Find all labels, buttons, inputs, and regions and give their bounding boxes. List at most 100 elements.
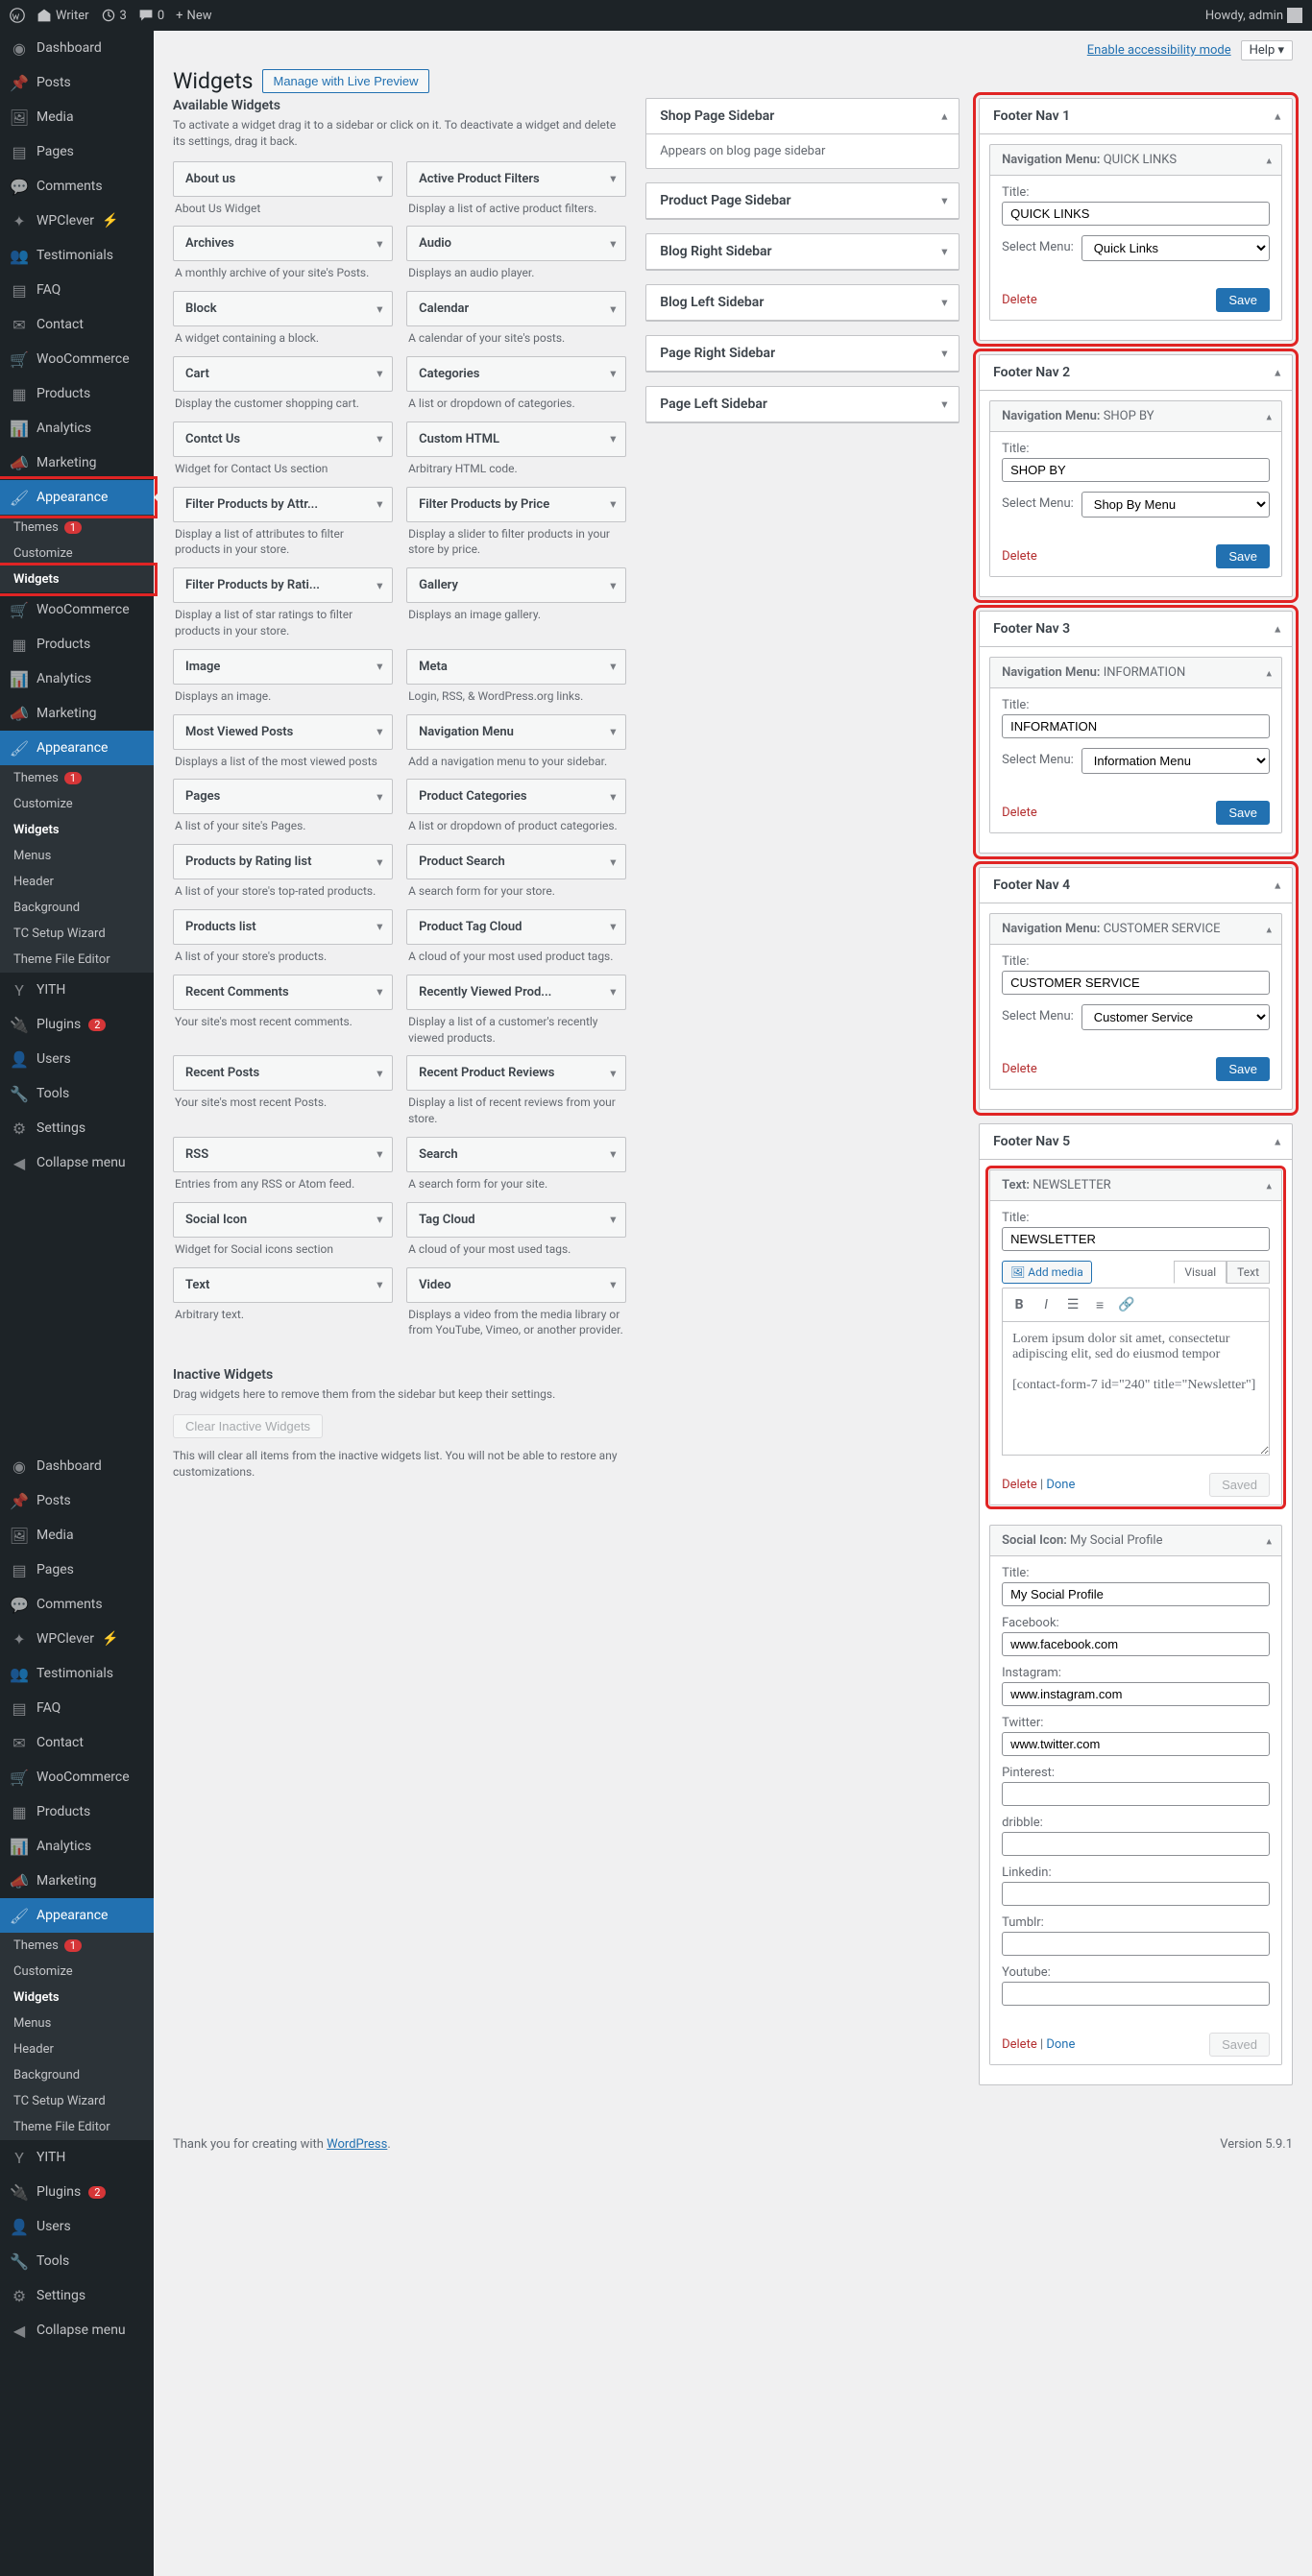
available-widget[interactable]: Navigation Menu xyxy=(406,714,626,750)
available-widget[interactable]: Text xyxy=(173,1267,393,1303)
menu-products-2[interactable]: ▦Products xyxy=(0,627,154,662)
menu-testimonials-3[interactable]: 👥Testimonials xyxy=(0,1656,154,1691)
editor-area[interactable]: Lorem ipsum dolor sit amet, consectetur … xyxy=(1002,1321,1270,1456)
sidebar-area-head[interactable]: Blog Right Sidebar xyxy=(646,234,959,270)
help-button[interactable]: Help ▾ xyxy=(1241,40,1293,60)
menu-dashboard[interactable]: ◉Dashboard xyxy=(0,31,154,65)
menu-pages[interactable]: ▤Pages xyxy=(0,134,154,169)
text-widget-head[interactable]: Text: NEWSLETTER xyxy=(990,1170,1281,1201)
available-widget[interactable]: Product Tag Cloud xyxy=(406,909,626,945)
site-link[interactable]: Writer xyxy=(36,8,89,23)
social-field-input[interactable] xyxy=(1002,1932,1270,1956)
social-field-input[interactable] xyxy=(1002,1782,1270,1806)
delete-link[interactable]: Delete xyxy=(1002,293,1037,307)
available-widget[interactable]: Products by Rating list xyxy=(173,844,393,879)
available-widget[interactable]: Archives xyxy=(173,226,393,261)
menu-settings-3[interactable]: ⚙Settings xyxy=(0,2278,154,2313)
menu-dashboard-3[interactable]: ◉Dashboard xyxy=(0,1449,154,1483)
menu-products[interactable]: ▦Products xyxy=(0,376,154,411)
menu-marketing-2[interactable]: 📣Marketing xyxy=(0,696,154,731)
title-input[interactable] xyxy=(1002,971,1270,995)
nav-menu-widget-head[interactable]: Navigation Menu: SHOP BY xyxy=(990,401,1281,432)
ol-icon[interactable]: ≡ xyxy=(1087,1292,1112,1317)
footer-nav-head[interactable]: Footer Nav 1 xyxy=(980,99,1292,134)
available-widget[interactable]: Categories xyxy=(406,356,626,392)
ul-icon[interactable]: ☰ xyxy=(1060,1292,1085,1317)
available-widget[interactable]: Filter Products by Attr... xyxy=(173,487,393,522)
submenu-widgets-2[interactable]: Widgets xyxy=(0,817,154,843)
menu-tools-3[interactable]: 🔧Tools xyxy=(0,2244,154,2278)
available-widget[interactable]: Most Viewed Posts xyxy=(173,714,393,750)
footer-nav-5-head[interactable]: Footer Nav 5 xyxy=(980,1124,1292,1160)
submenu-tcsetup-3[interactable]: TC Setup Wizard xyxy=(0,2088,154,2114)
available-widget[interactable]: Custom HTML xyxy=(406,421,626,457)
title-input[interactable] xyxy=(1002,1227,1270,1251)
accessibility-link[interactable]: Enable accessibility mode xyxy=(1087,43,1231,58)
available-widget[interactable]: Search xyxy=(406,1137,626,1172)
available-widget[interactable]: Block xyxy=(173,291,393,326)
new-link[interactable]: + New xyxy=(176,9,211,23)
delete-link[interactable]: Delete xyxy=(1002,2037,1037,2052)
available-widget[interactable]: Recent Product Reviews xyxy=(406,1055,626,1091)
available-widget[interactable]: Gallery xyxy=(406,567,626,603)
menu-yith[interactable]: YYITH xyxy=(0,973,154,1007)
menu-settings[interactable]: ⚙Settings xyxy=(0,1111,154,1145)
bold-icon[interactable]: B xyxy=(1007,1292,1032,1317)
title-input[interactable] xyxy=(1002,714,1270,738)
menu-plugins[interactable]: 🔌Plugins 2 xyxy=(0,1007,154,1042)
title-input[interactable] xyxy=(1002,202,1270,226)
menu-appearance-2[interactable]: 🖌Appearance xyxy=(0,731,154,765)
clear-inactive-button[interactable]: Clear Inactive Widgets xyxy=(173,1414,323,1438)
delete-link[interactable]: Delete xyxy=(1002,1062,1037,1076)
delete-link[interactable]: Delete xyxy=(1002,1478,1037,1492)
menu-appearance[interactable]: 🖌Appearance xyxy=(0,480,154,515)
submenu-header-3[interactable]: Header xyxy=(0,2036,154,2062)
social-field-input[interactable] xyxy=(1002,1732,1270,1756)
available-widget[interactable]: Cart xyxy=(173,356,393,392)
menu-wpclever[interactable]: ✦WPClever ⚡ xyxy=(0,204,154,238)
select-menu[interactable]: Quick Links xyxy=(1081,235,1270,261)
sidebar-area-head[interactable]: Page Right Sidebar xyxy=(646,336,959,372)
title-input[interactable] xyxy=(1002,458,1270,482)
available-widget[interactable]: Tag Cloud xyxy=(406,1202,626,1238)
social-field-input[interactable] xyxy=(1002,1682,1270,1706)
menu-woocommerce[interactable]: 🛒WooCommerce xyxy=(0,342,154,376)
submenu-themes-2[interactable]: Themes 1 xyxy=(0,765,154,791)
menu-tools[interactable]: 🔧Tools xyxy=(0,1076,154,1111)
menu-yith-3[interactable]: YYITH xyxy=(0,2140,154,2175)
available-widget[interactable]: Social Icon xyxy=(173,1202,393,1238)
link-icon[interactable]: 🔗 xyxy=(1114,1292,1139,1317)
select-menu[interactable]: Shop By Menu xyxy=(1081,492,1270,518)
submenu-customize-3[interactable]: Customize xyxy=(0,1959,154,1985)
menu-users-3[interactable]: 👤Users xyxy=(0,2209,154,2244)
visual-tab[interactable]: Visual xyxy=(1174,1261,1227,1284)
nav-menu-widget-head[interactable]: Navigation Menu: INFORMATION xyxy=(990,658,1281,688)
available-widget[interactable]: Recent Comments xyxy=(173,975,393,1010)
footer-nav-head[interactable]: Footer Nav 4 xyxy=(980,868,1292,903)
save-button[interactable]: Save xyxy=(1216,288,1270,312)
menu-pages-3[interactable]: ▤Pages xyxy=(0,1553,154,1587)
submenu-customize-2[interactable]: Customize xyxy=(0,791,154,817)
available-widget[interactable]: Active Product Filters xyxy=(406,161,626,197)
menu-faq-3[interactable]: ▤FAQ xyxy=(0,1691,154,1725)
menu-testimonials[interactable]: 👥Testimonials xyxy=(0,238,154,273)
available-widget[interactable]: Calendar xyxy=(406,291,626,326)
select-menu[interactable]: Customer Service xyxy=(1081,1004,1270,1030)
select-menu[interactable]: Information Menu xyxy=(1081,748,1270,774)
menu-users[interactable]: 👤Users xyxy=(0,1042,154,1076)
wordpress-link[interactable]: WordPress xyxy=(327,2137,387,2152)
sidebar-area-head[interactable]: Shop Page Sidebar xyxy=(646,99,959,134)
social-field-input[interactable] xyxy=(1002,1882,1270,1906)
text-tab[interactable]: Text xyxy=(1227,1261,1270,1284)
submenu-themes-3[interactable]: Themes 1 xyxy=(0,1933,154,1959)
submenu-background[interactable]: Background xyxy=(0,895,154,921)
social-widget-head[interactable]: Social Icon: My Social Profile xyxy=(990,1526,1281,1556)
submenu-themeeditor[interactable]: Theme File Editor xyxy=(0,947,154,973)
menu-appearance-3[interactable]: 🖌Appearance xyxy=(0,1898,154,1933)
submenu-background-3[interactable]: Background xyxy=(0,2062,154,2088)
wp-logo[interactable] xyxy=(10,8,25,23)
available-widget[interactable]: Audio xyxy=(406,226,626,261)
menu-contact[interactable]: ✉Contact xyxy=(0,307,154,342)
menu-plugins-3[interactable]: 🔌Plugins 2 xyxy=(0,2175,154,2209)
done-link[interactable]: Done xyxy=(1046,1478,1075,1492)
